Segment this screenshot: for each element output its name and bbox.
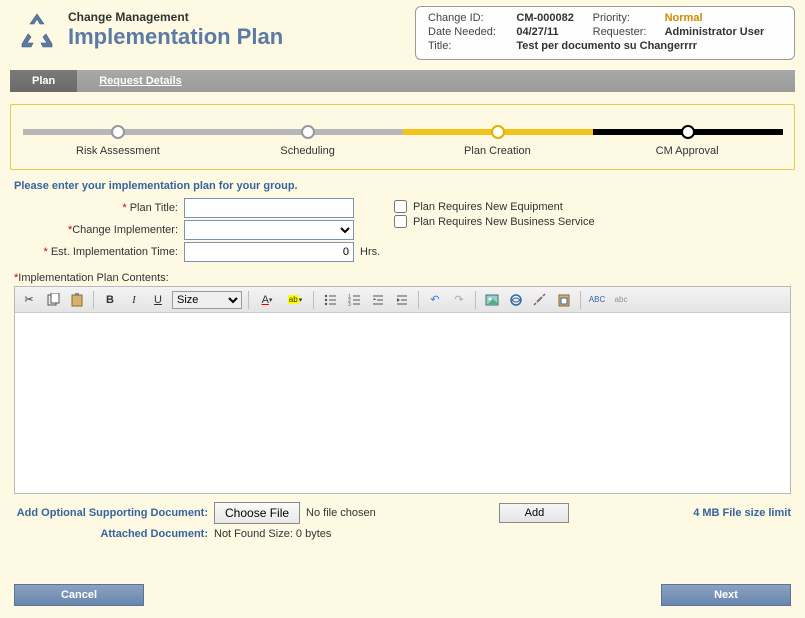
image-button[interactable] xyxy=(482,290,502,310)
choose-file-button[interactable]: Choose File xyxy=(214,502,300,524)
spellcheck-button[interactable]: ABC xyxy=(587,290,607,310)
requester-label: Requester: xyxy=(589,25,661,39)
copy-icon[interactable] xyxy=(43,290,63,310)
link-button[interactable] xyxy=(506,290,526,310)
requires-equipment-label: Plan Requires New Equipment xyxy=(413,201,563,213)
change-implementer-label: Change Implementer: xyxy=(72,224,178,236)
est-time-input[interactable] xyxy=(184,242,354,262)
page-title: Implementation Plan xyxy=(68,24,283,50)
undo-button[interactable]: ↶ xyxy=(425,290,445,310)
tab-request-details[interactable]: Request Details xyxy=(77,70,204,92)
bold-button[interactable]: B xyxy=(100,290,120,310)
file-chosen-status: No file chosen xyxy=(306,507,376,519)
requires-service-checkbox[interactable] xyxy=(394,215,407,228)
paste-word-button[interactable] xyxy=(554,290,574,310)
change-id-label: Change ID: xyxy=(424,11,512,25)
next-button[interactable]: Next xyxy=(661,584,791,606)
step-risk-assessment: Risk Assessment xyxy=(23,145,213,157)
requester-value: Administrator User xyxy=(661,25,786,39)
requires-equipment-checkbox[interactable] xyxy=(394,200,407,213)
add-document-label: Add Optional Supporting Document: xyxy=(14,507,214,519)
outdent-button[interactable] xyxy=(368,290,388,310)
title-label: Title: xyxy=(424,39,512,53)
highlight-color-button[interactable]: ab▾ xyxy=(283,290,307,310)
font-size-select[interactable]: Size xyxy=(172,291,242,309)
step-plan-creation: Plan Creation xyxy=(403,145,593,157)
logo xyxy=(14,10,60,59)
italic-button[interactable]: I xyxy=(124,290,144,310)
cancel-button[interactable]: Cancel xyxy=(14,584,144,606)
file-size-limit: 4 MB File size limit xyxy=(693,507,791,519)
add-button[interactable]: Add xyxy=(499,503,569,523)
unordered-list-button[interactable] xyxy=(320,290,340,310)
date-needed-value: 04/27/11 xyxy=(512,25,588,39)
hours-label: Hrs. xyxy=(360,246,380,258)
requires-service-label: Plan Requires New Business Service xyxy=(413,216,595,228)
redo-button[interactable]: ↷ xyxy=(449,290,469,310)
progress-tracker: Risk Assessment Scheduling Plan Creation… xyxy=(10,104,795,170)
title-value: Test per documento su Changerrrr xyxy=(512,39,786,53)
indent-button[interactable] xyxy=(392,290,412,310)
text-color-button[interactable]: A▾ xyxy=(255,290,279,310)
paste-icon[interactable] xyxy=(67,290,87,310)
contents-label: Implementation Plan Contents: xyxy=(18,272,168,284)
change-id-value: CM-000082 xyxy=(512,11,588,25)
spellcheck-toggle-button[interactable]: abc xyxy=(611,290,631,310)
attached-document-label: Attached Document: xyxy=(14,528,214,540)
instruction-text: Please enter your implementation plan fo… xyxy=(14,180,791,192)
change-info-box: Change ID: CM-000082 Priority: Normal Da… xyxy=(415,6,795,60)
tab-bar: Plan Request Details xyxy=(10,70,795,92)
change-implementer-select[interactable] xyxy=(184,220,354,240)
priority-value: Normal xyxy=(661,11,786,25)
unlink-button[interactable] xyxy=(530,290,550,310)
attached-document-status: Not Found Size: 0 bytes xyxy=(214,528,331,540)
step-cm-approval: CM Approval xyxy=(592,145,782,157)
plan-title-label: Plan Title: xyxy=(130,202,178,214)
module-title: Change Management xyxy=(68,10,283,24)
editor-body[interactable] xyxy=(15,313,790,493)
date-needed-label: Date Needed: xyxy=(424,25,512,39)
step-scheduling: Scheduling xyxy=(213,145,403,157)
underline-button[interactable]: U xyxy=(148,290,168,310)
cut-icon[interactable]: ✂ xyxy=(19,290,39,310)
ordered-list-button[interactable]: 123 xyxy=(344,290,364,310)
priority-label: Priority: xyxy=(589,11,661,25)
tab-plan[interactable]: Plan xyxy=(10,70,77,92)
rich-text-editor: ✂ B I U Size A▾ ab▾ 123 xyxy=(14,286,791,494)
plan-title-input[interactable] xyxy=(184,198,354,218)
editor-toolbar: ✂ B I U Size A▾ ab▾ 123 xyxy=(15,287,790,313)
est-time-label: Est. Implementation Time: xyxy=(51,246,178,258)
svg-text:3: 3 xyxy=(348,302,351,307)
